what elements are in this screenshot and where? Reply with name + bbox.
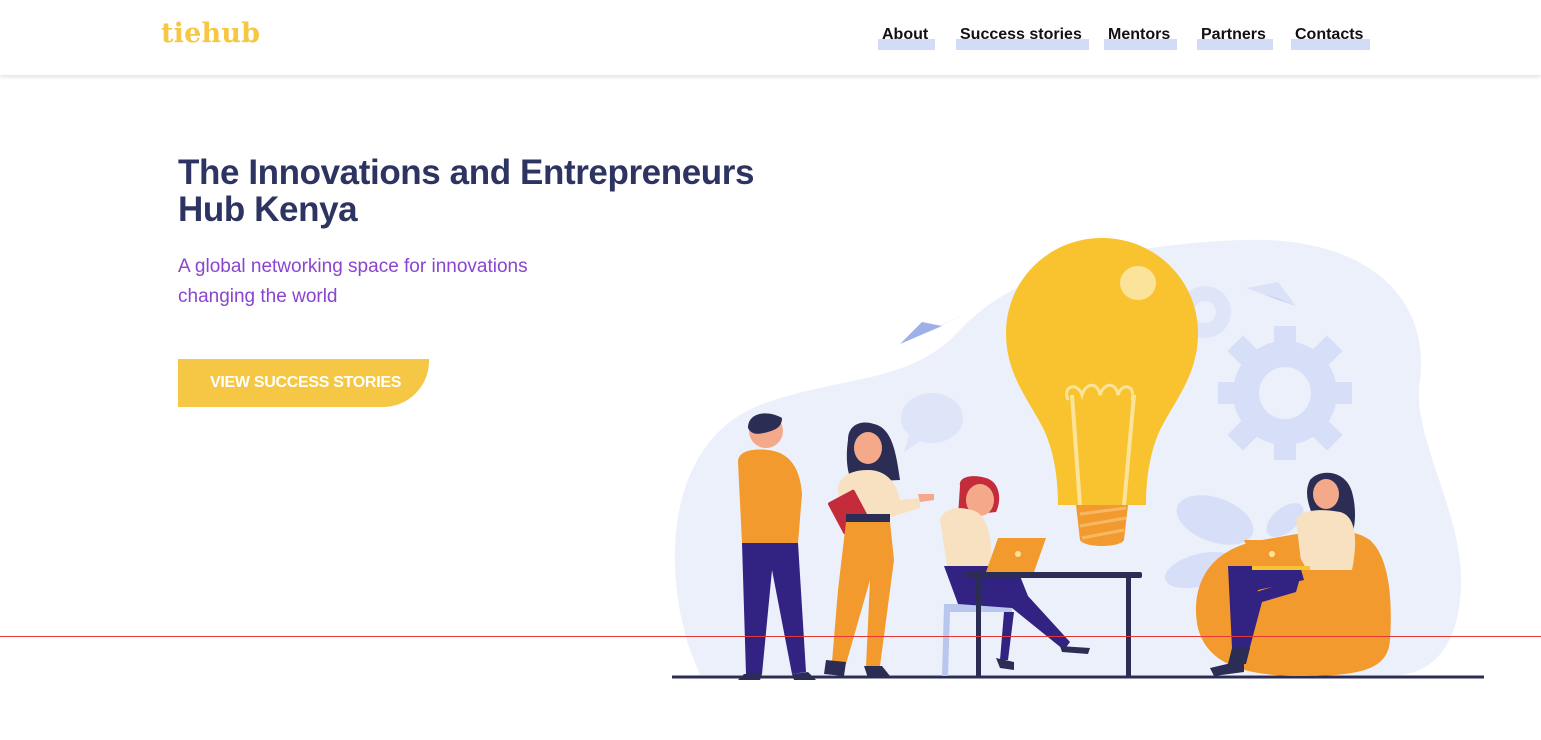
nav-success-stories-label: Success stories (960, 26, 1082, 43)
site-header: tiehub About Success stories Mentors Par… (0, 0, 1541, 75)
nav-contacts-label: Contacts (1295, 26, 1364, 43)
nav-about-label: About (882, 26, 929, 43)
nav-mentors[interactable]: Mentors (1104, 26, 1178, 50)
nav-partners[interactable]: Partners (1197, 26, 1273, 50)
nav-mentors-label: Mentors (1108, 26, 1171, 43)
hero-subtitle: A global networking space for innovation… (178, 256, 528, 307)
nav-about[interactable]: About (878, 26, 936, 50)
nav-contacts[interactable]: Contacts (1291, 26, 1371, 50)
nav-success-stories[interactable]: Success stories (956, 26, 1089, 50)
view-success-stories-button[interactable]: VIEW SUCCESS STORIES (178, 359, 429, 407)
hero-title: The Innovations and Entrepreneurs Hub Ke… (178, 153, 755, 229)
hero-illustration (672, 238, 1484, 680)
logo[interactable]: tiehub (161, 18, 260, 49)
nav-partners-label: Partners (1201, 26, 1266, 43)
divider-line (0, 636, 1541, 637)
gear-icon (1218, 326, 1352, 460)
